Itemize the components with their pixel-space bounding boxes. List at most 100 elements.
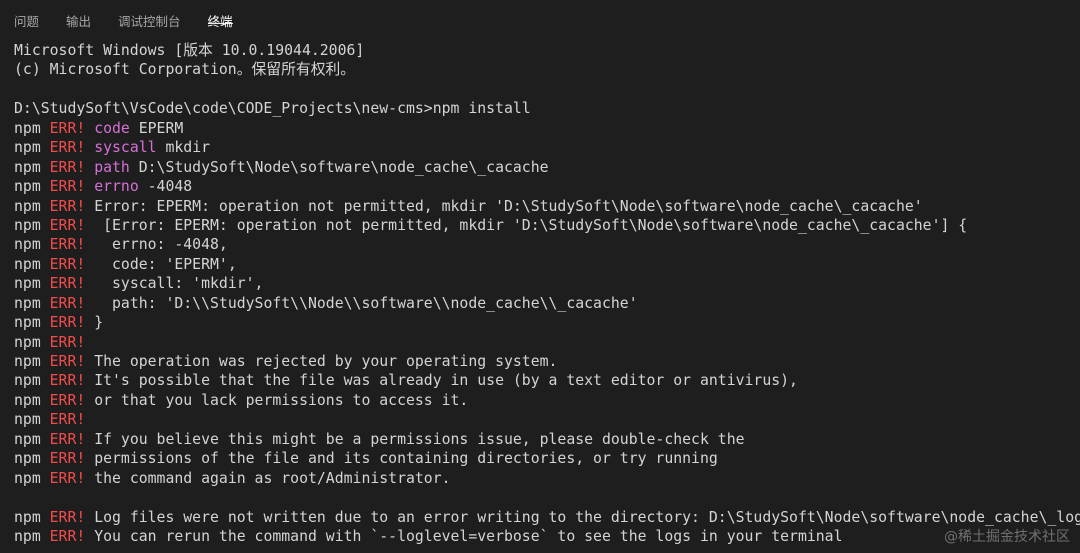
terminal-line: npm ERR! (14, 333, 1080, 352)
npm-prefix: npm (14, 411, 50, 429)
tab-output[interactable]: 输出 (66, 0, 91, 29)
npm-prefix: npm (14, 527, 50, 545)
err-prefix: ERR! (49, 430, 95, 448)
tab-terminal[interactable]: 终端 (207, 0, 233, 29)
err-prefix: ERR! (49, 197, 95, 215)
terminal-line: npm ERR! code: 'EPERM', (14, 255, 1080, 274)
npm-prefix: npm (14, 391, 50, 409)
npm-prefix: npm (14, 314, 50, 332)
terminal-line: npm ERR! syscall mkdir (14, 138, 1080, 157)
terminal-line: npm ERR! path D:\StudySoft\Node\software… (14, 158, 1080, 177)
err-prefix: ERR! (49, 333, 95, 351)
npm-prefix: npm (14, 139, 50, 157)
terminal-line: (c) Microsoft Corporation。保留所有权利。 (14, 60, 1080, 79)
err-prefix: ERR! (49, 469, 95, 487)
terminal-line: D:\StudySoft\VsCode\code\CODE_Projects\n… (14, 99, 1080, 118)
tab-problems[interactable]: 问题 (14, 0, 39, 29)
npm-prefix: npm (14, 236, 50, 254)
npm-prefix: npm (14, 255, 50, 273)
watermark: @稀土掘金技术社区 (944, 529, 1070, 545)
line-text: [Error: EPERM: operation not permitted, … (94, 216, 968, 234)
terminal-line: npm ERR! errno: -4048, (14, 235, 1080, 254)
line-text: (c) Microsoft Corporation。保留所有权利。 (14, 61, 356, 79)
terminal-line: npm ERR! It's possible that the file was… (14, 371, 1080, 390)
npm-prefix: npm (14, 508, 50, 526)
npm-prefix: npm (14, 294, 50, 312)
npm-prefix: npm (14, 430, 50, 448)
line-text: You can rerun the command with `--loglev… (94, 527, 843, 545)
line-text: EPERM (138, 119, 184, 137)
line-text: -4048 (147, 178, 193, 196)
err-prefix: ERR! (49, 119, 95, 137)
terminal-line: npm ERR! (14, 410, 1080, 429)
terminal-line: npm ERR! Error: EPERM: operation not per… (14, 197, 1080, 216)
err-prefix: ERR! (49, 178, 95, 196)
line-text: path: 'D:\\StudySoft\\Node\\software\\no… (94, 294, 638, 312)
terminal-output[interactable]: Microsoft Windows [版本 10.0.19044.2006] (c… (14, 41, 1080, 546)
line-text: The operation was rejected by your opera… (94, 353, 558, 370)
npm-prefix: npm (14, 372, 50, 390)
line-text: mkdir (165, 139, 211, 157)
terminal-line: npm ERR! errno -4048 (14, 177, 1080, 196)
err-prefix: ERR! (49, 216, 95, 234)
terminal-line: npm ERR! path: 'D:\\StudySoft\\Node\\sof… (14, 294, 1080, 313)
err-prefix: ERR! (49, 275, 95, 293)
line-text: the command again as root/Administrator. (94, 469, 451, 487)
npm-prefix: npm (14, 333, 50, 351)
terminal-line: npm ERR! the command again as root/Admin… (14, 469, 1080, 488)
tab-debug-console[interactable]: 调试控制台 (118, 0, 181, 29)
error-key: syscall (94, 139, 166, 157)
npm-prefix: npm (14, 197, 50, 215)
line-text: D:\StudySoft\VsCode\code\CODE_Projects\n… (14, 100, 531, 118)
err-prefix: ERR! (49, 508, 95, 526)
terminal-line: npm ERR! or that you lack permissions to… (14, 391, 1080, 410)
line-text: D:\StudySoft\Node\software\node_cache\_c… (138, 158, 549, 176)
terminal-line: npm ERR! permissions of the file and its… (14, 449, 1080, 468)
line-text: errno: -4048, (94, 236, 228, 254)
terminal-panel: 问题 输出 调试控制台 终端 Microsoft Windows [版本 10.… (0, 0, 1080, 553)
err-prefix: ERR! (49, 450, 95, 468)
err-prefix: ERR! (49, 353, 95, 370)
terminal-line: npm ERR! You can rerun the command with … (14, 527, 1080, 546)
err-prefix: ERR! (49, 314, 95, 332)
terminal-line: Microsoft Windows [版本 10.0.19044.2006] (14, 41, 1080, 60)
line-text: Log files were not written due to an err… (94, 508, 1080, 526)
line-text: or that you lack permissions to access i… (94, 391, 469, 409)
line-text: code: 'EPERM', (94, 255, 237, 273)
err-prefix: ERR! (49, 236, 95, 254)
err-prefix: ERR! (49, 411, 95, 429)
err-prefix: ERR! (49, 527, 95, 545)
npm-prefix: npm (14, 158, 50, 176)
error-key: errno (94, 178, 148, 196)
line-text: permissions of the file and its containi… (94, 450, 718, 468)
err-prefix: ERR! (49, 294, 95, 312)
terminal-line: npm ERR! Log files were not written due … (14, 508, 1080, 527)
terminal-line: npm ERR! If you believe this might be a … (14, 430, 1080, 449)
err-prefix: ERR! (49, 372, 95, 390)
terminal-line: npm ERR! [Error: EPERM: operation not pe… (14, 216, 1080, 235)
error-key: path (94, 158, 139, 176)
npm-prefix: npm (14, 275, 50, 293)
line-text: } (94, 314, 104, 332)
terminal-line: npm ERR! syscall: 'mkdir', (14, 274, 1080, 293)
npm-prefix: npm (14, 119, 50, 137)
npm-prefix: npm (14, 178, 50, 196)
npm-prefix: npm (14, 353, 50, 370)
err-prefix: ERR! (49, 139, 95, 157)
line-text: Microsoft Windows [版本 10.0.19044.2006] (14, 42, 365, 59)
npm-prefix: npm (14, 216, 50, 234)
line-text: It's possible that the file was already … (94, 372, 798, 390)
npm-prefix: npm (14, 450, 50, 468)
terminal-line: npm ERR! The operation was rejected by y… (14, 352, 1080, 371)
npm-prefix: npm (14, 469, 50, 487)
err-prefix: ERR! (49, 391, 95, 409)
err-prefix: ERR! (49, 255, 95, 273)
panel-tabs: 问题 输出 调试控制台 终端 (0, 0, 1080, 40)
line-text: Error: EPERM: operation not permitted, m… (94, 197, 923, 215)
err-prefix: ERR! (49, 158, 95, 176)
line-text: syscall: 'mkdir', (94, 275, 264, 293)
error-key: code (94, 119, 139, 137)
line-text: If you believe this might be a permissio… (94, 430, 745, 448)
